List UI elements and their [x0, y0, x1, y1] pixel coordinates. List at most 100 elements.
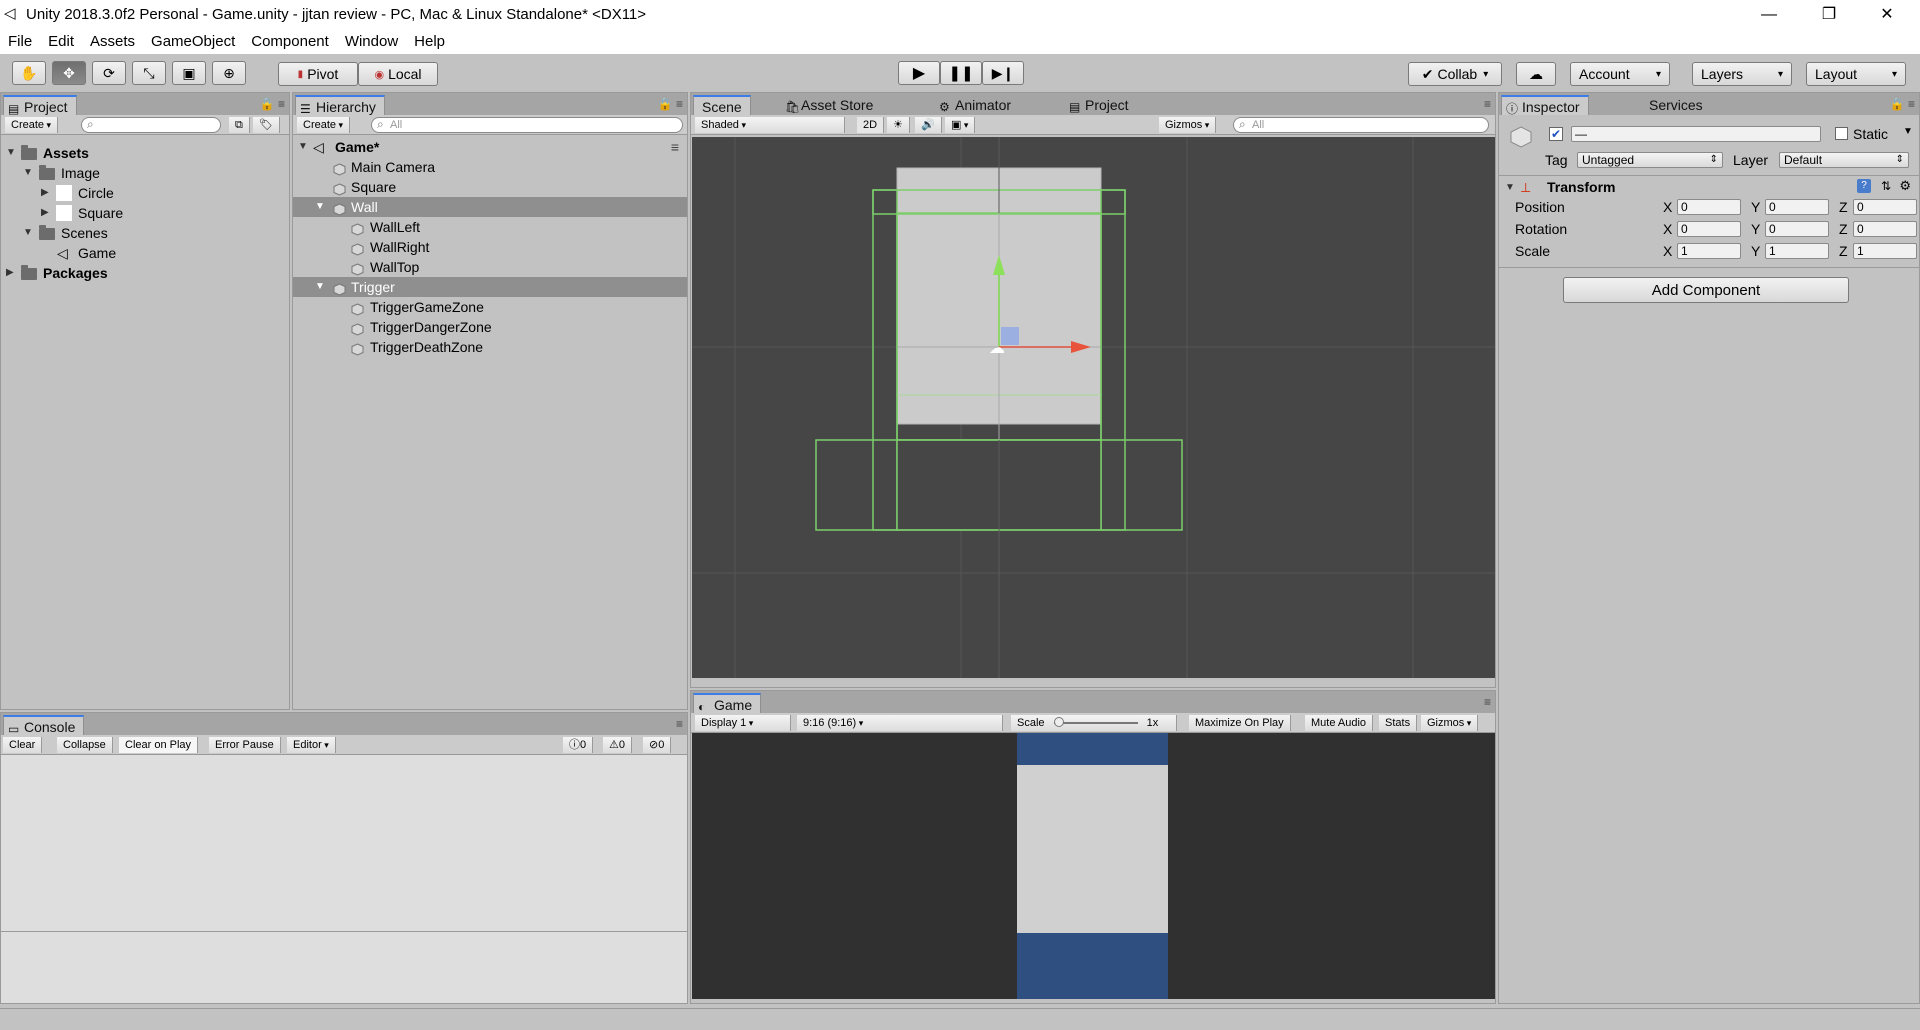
tab-animator[interactable]: ⚙ Animator — [935, 95, 1020, 115]
tree-item-assets[interactable]: ▼ Assets — [1, 143, 289, 163]
tree-item-image[interactable]: ▼ Image — [1, 163, 289, 183]
tree-item-scenes[interactable]: ▼ Scenes — [1, 223, 289, 243]
filter-type-icon[interactable]: ⧉ — [229, 117, 250, 133]
layout-dropdown[interactable]: Layout — [1806, 62, 1906, 86]
scale-y-field[interactable]: 1 — [1765, 243, 1829, 259]
hierarchy-create-button[interactable]: Create — [297, 117, 351, 133]
tree-item-packages[interactable]: ▶ Packages — [1, 263, 289, 283]
collab-dropdown[interactable]: ✔ Collab — [1408, 62, 1502, 86]
layers-dropdown[interactable]: Layers — [1692, 62, 1792, 86]
scale-z-field[interactable]: 1 — [1853, 243, 1917, 259]
expand-arrow-icon[interactable]: ▼ — [315, 277, 325, 297]
tab-project-2[interactable]: ▤ Project — [1065, 95, 1137, 115]
menu-help[interactable]: Help — [406, 30, 453, 54]
close-icon[interactable]: ✕ — [1858, 0, 1916, 30]
expand-arrow-icon[interactable]: ▼ — [23, 163, 33, 183]
audio-toggle-icon[interactable]: 🔊 — [915, 117, 942, 133]
play-button[interactable]: ▶ — [898, 61, 940, 85]
active-checkbox[interactable]: ✔ — [1549, 127, 1563, 141]
position-z-field[interactable]: 0 — [1853, 199, 1917, 215]
panel-menu-icon[interactable]: 🔒 ≡ — [658, 97, 683, 111]
scene-search-input[interactable]: All — [1233, 117, 1489, 133]
hierarchy-item[interactable]: WallLeft — [293, 217, 687, 237]
collapse-arrow-icon[interactable]: ▶ — [41, 203, 49, 223]
rect-tool-button[interactable]: ▣ — [172, 61, 206, 85]
tab-scene[interactable]: Scene — [693, 95, 751, 115]
menu-assets[interactable]: Assets — [82, 30, 143, 54]
hand-tool-button[interactable]: ✋ — [12, 61, 46, 85]
scale-slider-thumb[interactable] — [1053, 717, 1064, 728]
position-x-field[interactable]: 0 — [1677, 199, 1741, 215]
hierarchy-item[interactable]: Main Camera — [293, 157, 687, 177]
game-gizmos-dropdown[interactable]: Gizmos — [1421, 715, 1479, 731]
panel-menu-icon[interactable]: 🔒 ≡ — [260, 97, 285, 111]
tab-project[interactable]: ▤ Project — [3, 95, 77, 116]
collapse-arrow-icon[interactable]: ▶ — [6, 263, 14, 283]
console-clear-on-play-button[interactable]: Clear on Play — [119, 737, 199, 753]
scale-x-field[interactable]: 1 — [1677, 243, 1741, 259]
project-search-input[interactable] — [81, 117, 221, 133]
minimize-icon[interactable]: — — [1740, 0, 1798, 30]
scale-control[interactable]: Scale 1x — [1011, 715, 1177, 731]
tab-services[interactable]: Services — [1629, 95, 1711, 115]
expand-arrow-icon[interactable]: ▼ — [298, 137, 308, 157]
rotation-x-field[interactable]: 0 — [1677, 221, 1741, 237]
expand-arrow-icon[interactable]: ▼ — [6, 143, 16, 163]
hierarchy-item[interactable]: WallTop — [293, 257, 687, 277]
expand-arrow-icon[interactable]: ▼ — [315, 197, 325, 217]
account-dropdown[interactable]: Account — [1570, 62, 1670, 86]
aspect-dropdown[interactable]: 9:16 (9:16) — [797, 715, 1003, 731]
panel-menu-icon[interactable]: ≡ — [1484, 97, 1491, 111]
console-clear-button[interactable]: Clear — [3, 737, 43, 753]
shading-dropdown[interactable]: Shaded — [695, 117, 845, 133]
menu-component[interactable]: Component — [243, 30, 337, 54]
scene-root-row[interactable]: ▼ ◁ Game* ≡ — [293, 137, 687, 157]
menu-file[interactable]: File — [0, 30, 40, 54]
settings-gear-icon[interactable]: ⚙ — [1899, 178, 1911, 194]
lighting-toggle-icon[interactable]: ☀ — [887, 117, 910, 133]
preset-icon[interactable]: ⇅ — [1881, 179, 1891, 193]
rotation-y-field[interactable]: 0 — [1765, 221, 1829, 237]
layer-dropdown[interactable]: Default — [1779, 152, 1909, 168]
tab-hierarchy[interactable]: ☰ Hierarchy — [295, 95, 385, 116]
gameobject-name-field[interactable]: — — [1571, 126, 1821, 142]
hierarchy-item[interactable]: WallRight — [293, 237, 687, 257]
panel-menu-icon[interactable]: ≡ — [676, 717, 683, 731]
stats-toggle[interactable]: Stats — [1379, 715, 1418, 731]
console-editor-dropdown[interactable]: Editor — [287, 737, 336, 753]
tag-dropdown[interactable]: Untagged — [1577, 152, 1723, 168]
pivot-button[interactable]: ▮ Pivot — [278, 62, 358, 86]
hierarchy-item[interactable]: TriggerDeathZone — [293, 337, 687, 357]
panel-menu-icon[interactable]: ≡ — [1484, 695, 1491, 709]
position-y-field[interactable]: 0 — [1765, 199, 1829, 215]
scale-tool-button[interactable]: ⤡ — [132, 61, 166, 85]
display-dropdown[interactable]: Display 1 — [695, 715, 791, 731]
hierarchy-item-selected[interactable]: ▼ Wall — [293, 197, 687, 217]
menu-window[interactable]: Window — [337, 30, 406, 54]
effects-dropdown-icon[interactable]: ▣ — [945, 117, 976, 133]
hierarchy-item[interactable]: Square — [293, 177, 687, 197]
project-create-button[interactable]: Create — [5, 117, 59, 133]
static-checkbox[interactable] — [1835, 127, 1848, 140]
menu-gameobject[interactable]: GameObject — [143, 30, 243, 54]
transform-header[interactable]: ▼ ⟂ Transform ? ⇅ ⚙ — [1499, 177, 1919, 197]
add-component-button[interactable]: Add Component — [1563, 277, 1849, 303]
hierarchy-item[interactable]: TriggerDangerZone — [293, 317, 687, 337]
help-book-icon[interactable]: ? — [1857, 179, 1871, 193]
gizmos-dropdown[interactable]: Gizmos — [1159, 117, 1217, 133]
error-count-button[interactable]: ⊘0 — [643, 737, 672, 753]
transform-tool-button[interactable]: ⊕ — [212, 61, 246, 85]
warning-count-button[interactable]: ⚠0 — [603, 737, 632, 753]
hierarchy-search-input[interactable]: All — [371, 117, 683, 133]
tab-game[interactable]: ◐ Game — [693, 693, 762, 714]
rotation-z-field[interactable]: 0 — [1853, 221, 1917, 237]
move-tool-button[interactable]: ✥ — [52, 61, 86, 85]
tree-item-game-scene[interactable]: ◁ Game — [1, 243, 289, 263]
rotate-tool-button[interactable]: ⟳ — [92, 61, 126, 85]
console-error-pause-button[interactable]: Error Pause — [209, 737, 281, 753]
menu-edit[interactable]: Edit — [40, 30, 82, 54]
hierarchy-item-selected[interactable]: ▼ Trigger — [293, 277, 687, 297]
expand-arrow-icon[interactable]: ▼ — [1505, 182, 1515, 193]
tree-item-circle[interactable]: ▶ Circle — [1, 183, 289, 203]
2d-toggle[interactable]: 2D — [857, 117, 885, 133]
